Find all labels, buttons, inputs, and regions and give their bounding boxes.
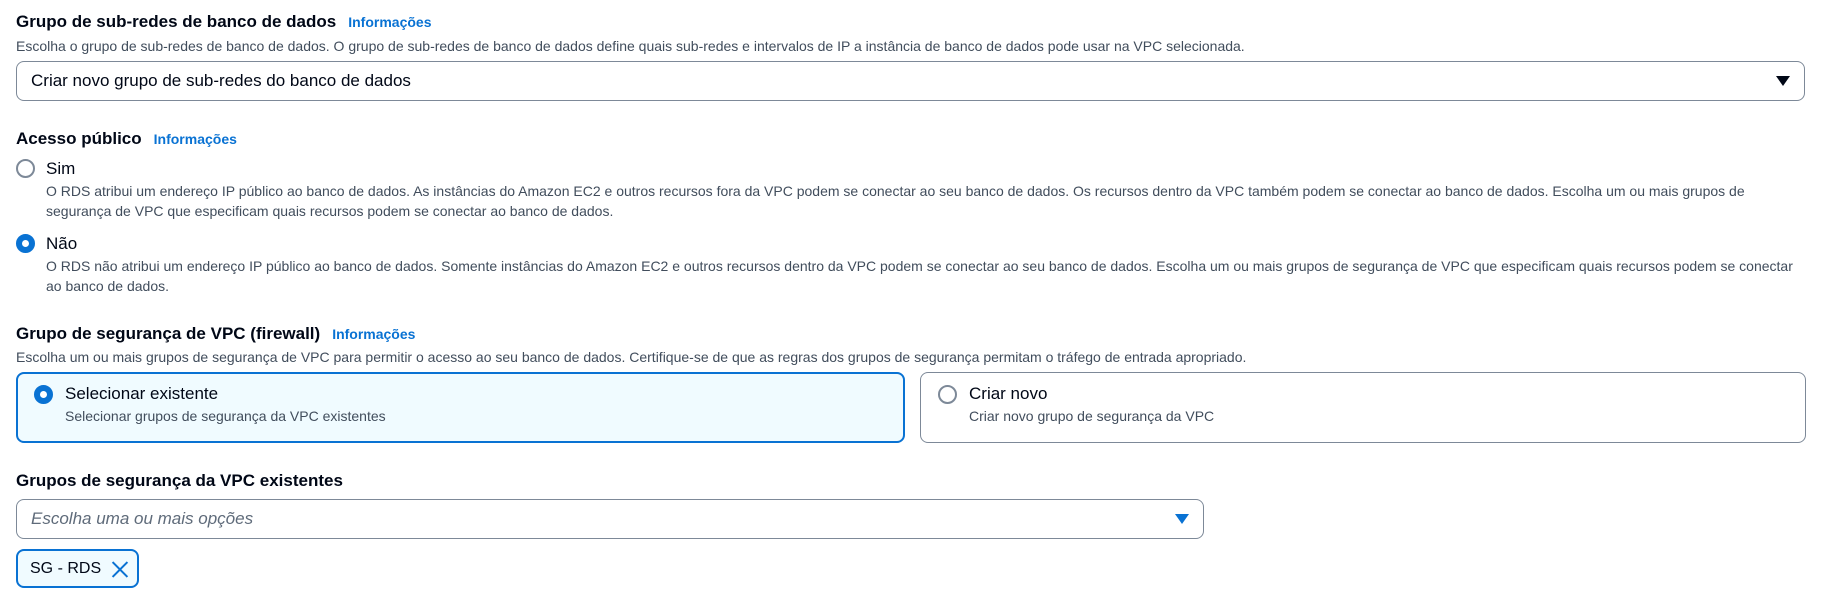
- public-access-sim-description: O RDS atribui um endereço IP público ao …: [46, 183, 1745, 219]
- radio-nao[interactable]: [16, 234, 35, 253]
- public-access-nao-description: O RDS não atribui um endereço IP público…: [46, 258, 1793, 294]
- security-group-info-link[interactable]: Informações: [332, 326, 415, 342]
- public-access-header: Acesso público Informações: [16, 129, 237, 149]
- subnet-group-select[interactable]: Criar novo grupo de sub-redes do banco d…: [16, 61, 1805, 101]
- subnet-group-info-link[interactable]: Informações: [348, 14, 431, 30]
- token-sg-rds: SG - RDS: [16, 549, 140, 588]
- tile-create-new-title: Criar novo: [969, 384, 1048, 403]
- subnet-group-header: Grupo de sub-redes de banco de dados Info…: [16, 12, 431, 32]
- caret-down-icon: [1175, 514, 1189, 524]
- caret-down-icon: [1776, 76, 1790, 86]
- security-group-title: Grupo de segurança de VPC (firewall): [16, 324, 321, 343]
- radio-nao-label: Não: [46, 234, 78, 253]
- radio-select-existing[interactable]: [34, 385, 53, 404]
- existing-groups-placeholder: Escolha uma ou mais opções: [31, 509, 254, 528]
- subnet-group-description: Escolha o grupo de sub-redes de banco de…: [16, 38, 1245, 54]
- existing-groups-title: Grupos de segurança da VPC existentes: [16, 471, 343, 490]
- subnet-group-selected-value: Criar novo grupo de sub-redes do banco d…: [31, 71, 411, 90]
- radio-create-new[interactable]: [938, 385, 957, 404]
- token-label: SG - RDS: [30, 559, 102, 577]
- radio-sim-label: Sim: [46, 159, 76, 178]
- security-group-header: Grupo de segurança de VPC (firewall) Info…: [16, 324, 415, 344]
- tile-select-existing[interactable]: Selecionar existente Selecionar grupos d…: [16, 372, 905, 443]
- tile-select-existing-description: Selecionar grupos de segurança da VPC ex…: [65, 408, 386, 424]
- subnet-group-title: Grupo de sub-redes de banco de dados: [16, 12, 337, 31]
- radio-sim[interactable]: [16, 159, 35, 178]
- tile-select-existing-title: Selecionar existente: [65, 384, 219, 403]
- public-access-option-sim[interactable]: Sim: [16, 159, 75, 179]
- public-access-option-nao[interactable]: Não: [16, 234, 77, 254]
- public-access-title: Acesso público: [16, 129, 142, 148]
- existing-groups-multiselect[interactable]: Escolha uma ou mais opções: [16, 499, 1204, 539]
- tile-create-new[interactable]: Criar novo Criar novo grupo de segurança…: [920, 372, 1806, 443]
- close-icon[interactable]: [111, 560, 129, 578]
- security-group-description: Escolha um ou mais grupos de segurança d…: [16, 349, 1247, 365]
- tile-create-new-description: Criar novo grupo de segurança da VPC: [969, 408, 1215, 424]
- public-access-info-link[interactable]: Informações: [154, 131, 237, 147]
